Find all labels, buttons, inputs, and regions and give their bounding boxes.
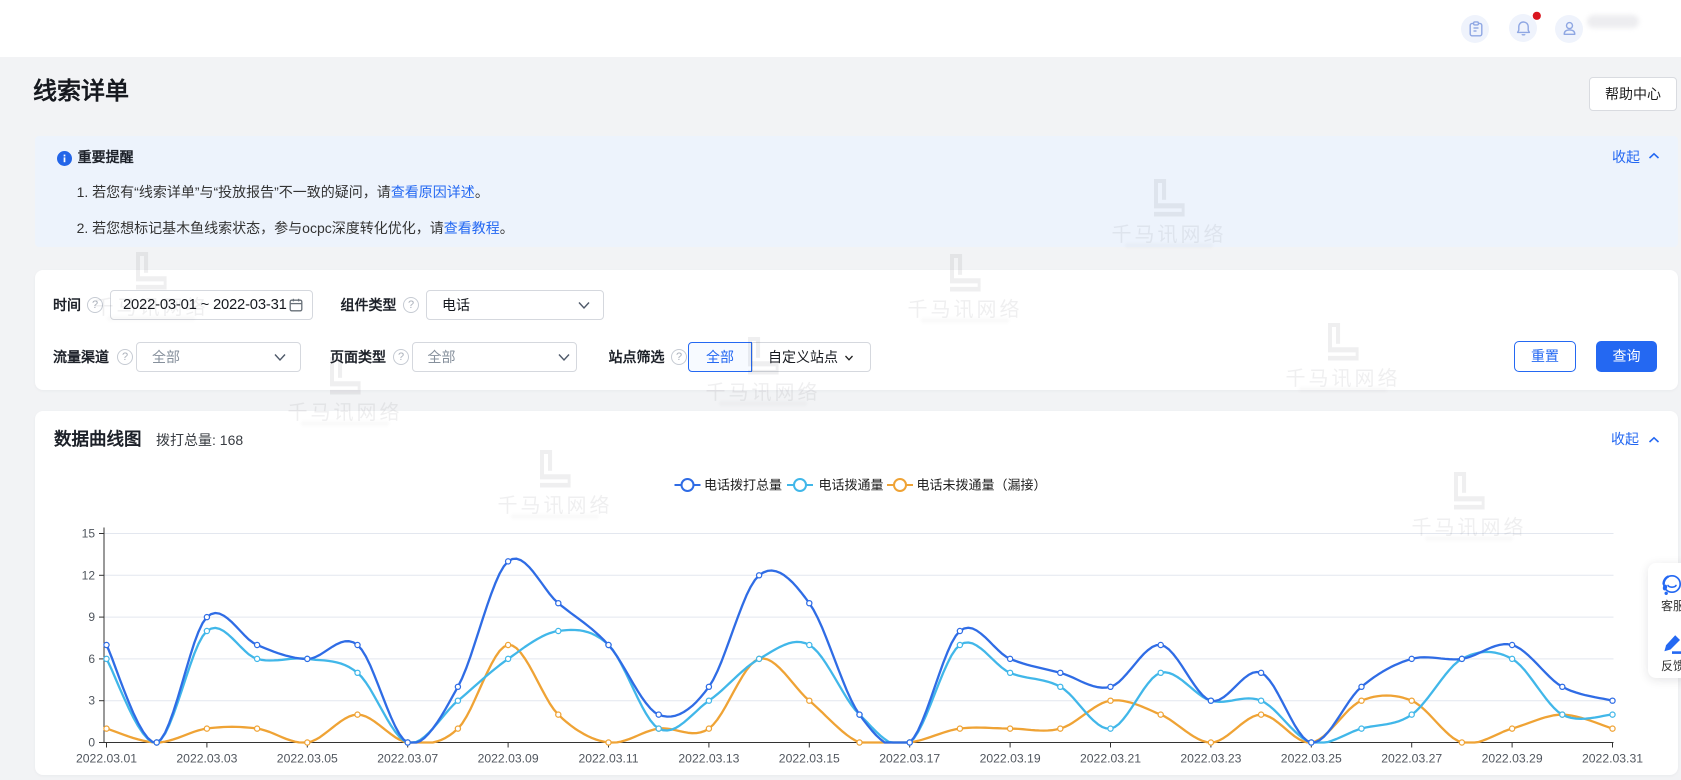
svg-text:2022.03.11: 2022.03.11 [578,752,638,766]
svg-text:2022.03.01: 2022.03.01 [76,752,137,766]
svg-text:电话未拨通量（漏接）: 电话未拨通量（漏接） [917,478,1047,493]
svg-text:电话拨通量: 电话拨通量 [819,478,884,493]
svg-text:2022.03.09: 2022.03.09 [478,752,539,766]
svg-text:2022.03.27: 2022.03.27 [1381,752,1442,766]
svg-text:9: 9 [88,610,95,624]
svg-text:电话拨打总量: 电话拨打总量 [704,478,782,493]
svg-text:3: 3 [88,694,95,708]
svg-text:2022.03.21: 2022.03.21 [1080,752,1141,766]
svg-text:12: 12 [82,568,96,582]
svg-text:2022.03.31: 2022.03.31 [1582,752,1643,766]
svg-text:2022.03.07: 2022.03.07 [377,752,438,766]
svg-text:2022.03.19: 2022.03.19 [980,752,1041,766]
svg-text:2022.03.23: 2022.03.23 [1180,752,1241,766]
svg-text:2022.03.13: 2022.03.13 [678,752,739,766]
svg-text:2022.03.25: 2022.03.25 [1281,752,1342,766]
svg-text:2022.03.29: 2022.03.29 [1482,752,1543,766]
svg-text:2022.03.03: 2022.03.03 [176,752,237,766]
svg-text:15: 15 [82,527,96,541]
svg-text:6: 6 [88,652,95,666]
svg-text:2022.03.05: 2022.03.05 [277,752,338,766]
svg-text:2022.03.17: 2022.03.17 [879,752,940,766]
svg-text:0: 0 [88,736,95,750]
svg-text:2022.03.15: 2022.03.15 [779,752,840,766]
